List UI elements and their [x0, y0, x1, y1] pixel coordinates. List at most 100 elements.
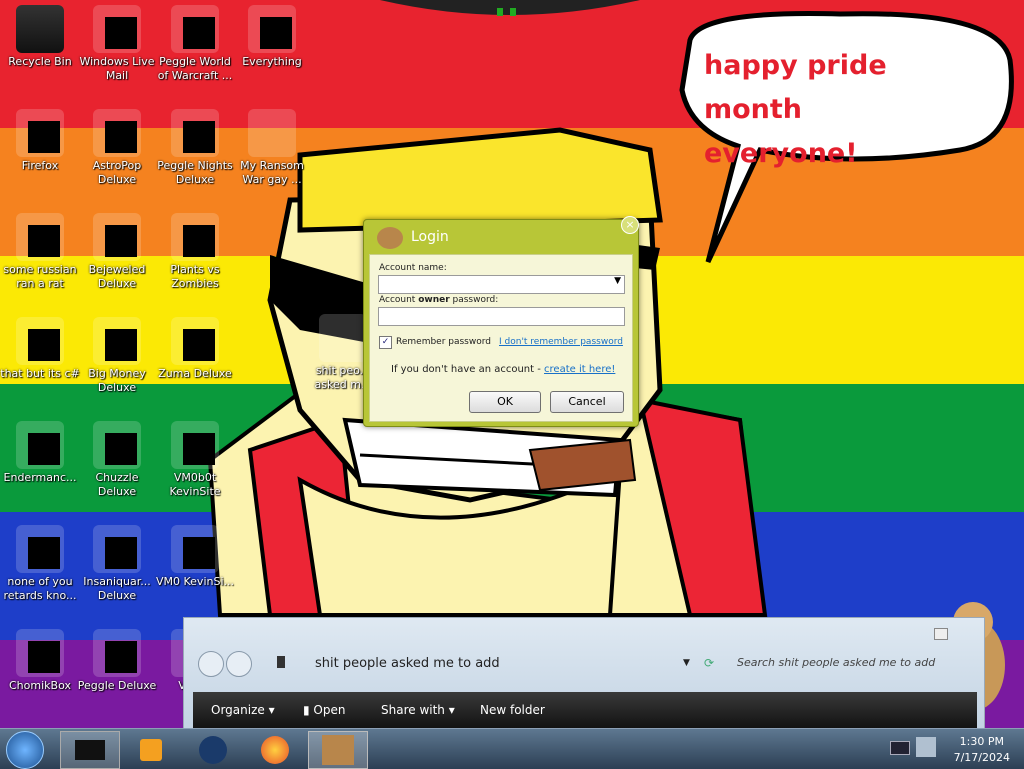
desktop-icon-label: Insaniquar... Deluxe	[83, 575, 151, 602]
desktop-icon-label: Firefox	[21, 159, 59, 172]
redaction-box	[183, 225, 215, 257]
back-icon[interactable]	[198, 651, 224, 677]
desktop-icon[interactable]: Windows Live Mail	[77, 5, 157, 83]
hamster-icon	[322, 735, 354, 765]
desktop-icon[interactable]: none of you retards kno...	[0, 525, 80, 603]
zuma-icon	[171, 317, 219, 365]
taskbar-item-firefox[interactable]	[246, 731, 304, 767]
desktop-icon[interactable]: Peggle Nights Deluxe	[155, 109, 235, 187]
peggle-icon	[171, 109, 219, 157]
search-input[interactable]: Search shit people asked me to add	[737, 656, 935, 669]
desktop-icon[interactable]: My Ransom War gay ...	[232, 109, 312, 187]
desktop-icon[interactable]: VM0 KevinSi...	[155, 525, 235, 589]
desktop-icon[interactable]: ChomikBox	[0, 629, 80, 693]
speech-bubble-text: happy pride month everyone!	[704, 44, 994, 176]
chevron-down-icon[interactable]: ▼	[683, 658, 690, 668]
network-icon[interactable]	[916, 737, 936, 757]
peggle-icon	[171, 5, 219, 53]
desktop-icon[interactable]: Peggle Deluxe	[77, 629, 157, 693]
chevron-down-icon[interactable]: ▼	[614, 276, 621, 286]
login-titlebar[interactable]: Login ×	[364, 216, 639, 254]
desktop-icon[interactable]: that but its c#	[0, 317, 80, 381]
plant-icon	[171, 213, 219, 261]
redaction-box	[260, 17, 292, 49]
redaction-box	[28, 225, 60, 257]
hamster-icon	[16, 629, 64, 677]
create-account-link[interactable]: create it here!	[544, 364, 615, 375]
desktop-icon[interactable]: Peggle World of Warcraft ...	[155, 5, 235, 83]
desktop-icon-label: Windows Live Mail	[79, 55, 155, 82]
desktop-icon-label: Peggle Deluxe	[77, 679, 157, 692]
app-icon	[16, 213, 64, 261]
peggle-icon	[93, 629, 141, 677]
desktop-icon[interactable]: Firefox	[0, 109, 80, 173]
desktop-icon-label: Recycle Bin	[8, 55, 72, 68]
taskbar-item-chomikbox[interactable]	[308, 731, 368, 769]
redaction-box	[28, 537, 60, 569]
taskbar-item-media[interactable]	[122, 731, 180, 767]
desktop-icon[interactable]: AstroPop Deluxe	[77, 109, 157, 187]
terminal-icon	[16, 421, 64, 469]
account-name-combobox[interactable]: ▼	[378, 275, 625, 294]
gem-icon	[93, 213, 141, 261]
address-bar[interactable]: shit people asked me to add ▼	[259, 653, 699, 675]
refresh-icon[interactable]: ⟳	[704, 656, 714, 670]
game-icon	[93, 109, 141, 157]
close-icon[interactable]: ×	[621, 216, 639, 234]
minimize-icon[interactable]	[934, 628, 948, 640]
new-folder-button[interactable]: New folder	[480, 703, 545, 717]
desktop-icon[interactable]: Big Money Deluxe	[77, 317, 157, 395]
desktop-icon-label: VM0 KevinSi...	[155, 575, 234, 588]
desktop-icon[interactable]: Insaniquar... Deluxe	[77, 525, 157, 603]
desktop-icon-label: VM0b0t KevinSite	[169, 471, 221, 498]
desktop-icon[interactable]: Bejeweled Deluxe	[77, 213, 157, 291]
login-dialog: Login × Account name: ▼ Account owner pa…	[363, 216, 639, 427]
cancel-button[interactable]: Cancel	[550, 391, 624, 413]
account-name-label: Account name:	[379, 263, 447, 273]
start-button[interactable]	[6, 731, 44, 769]
desktop-icon-label: Endermanc...	[3, 471, 77, 484]
vm-icon	[171, 421, 219, 469]
redaction-box	[183, 17, 215, 49]
taskbar-item-explorer[interactable]	[60, 731, 120, 769]
desktop-icon[interactable]: some russian ran a rat	[0, 213, 80, 291]
clock-date: 7/17/2024	[953, 751, 1010, 764]
forgot-password-link[interactable]: I don't remember password	[499, 337, 623, 347]
desktop-icon[interactable]: Chuzzle Deluxe	[77, 421, 157, 499]
desktop-icon-label: AstroPop Deluxe	[92, 159, 142, 186]
redaction-box	[28, 329, 60, 361]
terminal-icon	[248, 109, 296, 157]
remember-checkbox[interactable]: ✓	[379, 336, 392, 349]
forward-icon[interactable]	[226, 651, 252, 677]
desktop-icon[interactable]: Everything	[232, 5, 312, 69]
globe-icon	[199, 736, 227, 764]
address-text: shit people asked me to add	[315, 656, 500, 671]
open-button[interactable]: ▮ Open	[303, 703, 345, 717]
search-icon	[248, 5, 296, 53]
desktop-icon[interactable]: VM0b0t KevinSite	[155, 421, 235, 499]
desktop-icon-label: Big Money Deluxe	[88, 367, 146, 394]
taskbar-item-globe[interactable]	[184, 731, 242, 767]
vm-icon	[171, 525, 219, 573]
desktop-icon[interactable]: Endermanc...	[0, 421, 80, 485]
desktop-icon[interactable]: Plants vs Zombies	[155, 213, 235, 291]
organize-button[interactable]: Organize ▾	[211, 703, 275, 717]
share-with-button[interactable]: Share with ▾	[381, 703, 455, 717]
redaction-box	[105, 17, 137, 49]
desktop-icon-label: Zuma Deluxe	[158, 367, 232, 380]
desktop-icon[interactable]: Zuma Deluxe	[155, 317, 235, 381]
password-input[interactable]	[378, 307, 625, 326]
ok-button[interactable]: OK	[469, 391, 541, 413]
clock[interactable]: 1:30 PM 7/17/2024	[954, 734, 1010, 766]
redaction-box	[105, 121, 137, 153]
firefox-icon	[16, 109, 64, 157]
redaction-box	[105, 225, 137, 257]
redaction-box	[105, 641, 137, 673]
redaction-box	[183, 329, 215, 361]
monitor-icon[interactable]	[890, 741, 910, 755]
folder-icon	[319, 314, 367, 362]
remember-label: Remember password	[396, 337, 491, 347]
desktop-icon[interactable]: Recycle Bin	[0, 5, 80, 69]
desktop-icon-label: My Ransom War gay ...	[240, 159, 304, 186]
redaction-box	[105, 537, 137, 569]
